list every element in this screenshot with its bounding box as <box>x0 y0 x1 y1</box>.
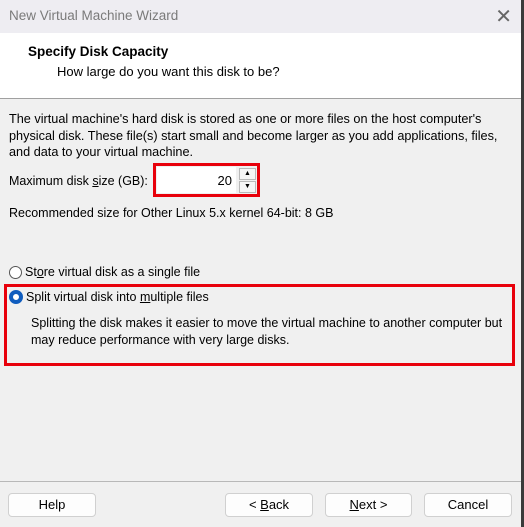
next-button[interactable]: Next > <box>325 493 412 517</box>
disk-description: The virtual machine's hard disk is store… <box>9 112 498 159</box>
back-button[interactable]: < Back <box>225 493 313 517</box>
cancel-button[interactable]: Cancel <box>424 493 512 517</box>
max-disk-size-label: Maximum disk size (GB): <box>9 174 148 188</box>
help-button[interactable]: Help <box>8 493 96 517</box>
radio-label: Store virtual disk as a single file <box>25 265 201 279</box>
split-description: Splitting the disk makes it easier to mo… <box>31 316 503 347</box>
spin-up-button[interactable]: ▲ <box>239 168 256 180</box>
label-text: Maximum disk <box>9 174 93 188</box>
page-title: Specify Disk Capacity <box>28 44 169 59</box>
radio-single-file[interactable]: Store virtual disk as a single file <box>9 265 200 279</box>
radio-circle-icon[interactable] <box>9 265 22 279</box>
wizard-header: Specify Disk Capacity How large do you w… <box>0 33 522 99</box>
footer-divider <box>0 481 521 482</box>
window-title: New Virtual Machine Wizard <box>9 8 179 23</box>
radio-label: Split virtual disk into multiple files <box>26 290 209 304</box>
close-icon[interactable]: ✕ <box>495 4 512 29</box>
spin-down-button[interactable]: ▼ <box>239 181 256 193</box>
max-disk-size-input[interactable] <box>157 167 236 193</box>
title-bar: New Virtual Machine Wizard ✕ <box>0 0 522 33</box>
recommended-size-text: Recommended size for Other Linux 5.x ker… <box>9 206 334 220</box>
radio-split-files[interactable]: Split virtual disk into multiple files <box>9 290 209 304</box>
page-subtitle: How large do you want this disk to be? <box>57 64 280 79</box>
radio-selected-icon[interactable] <box>9 290 23 304</box>
label-text: ize (GB): <box>98 174 148 188</box>
